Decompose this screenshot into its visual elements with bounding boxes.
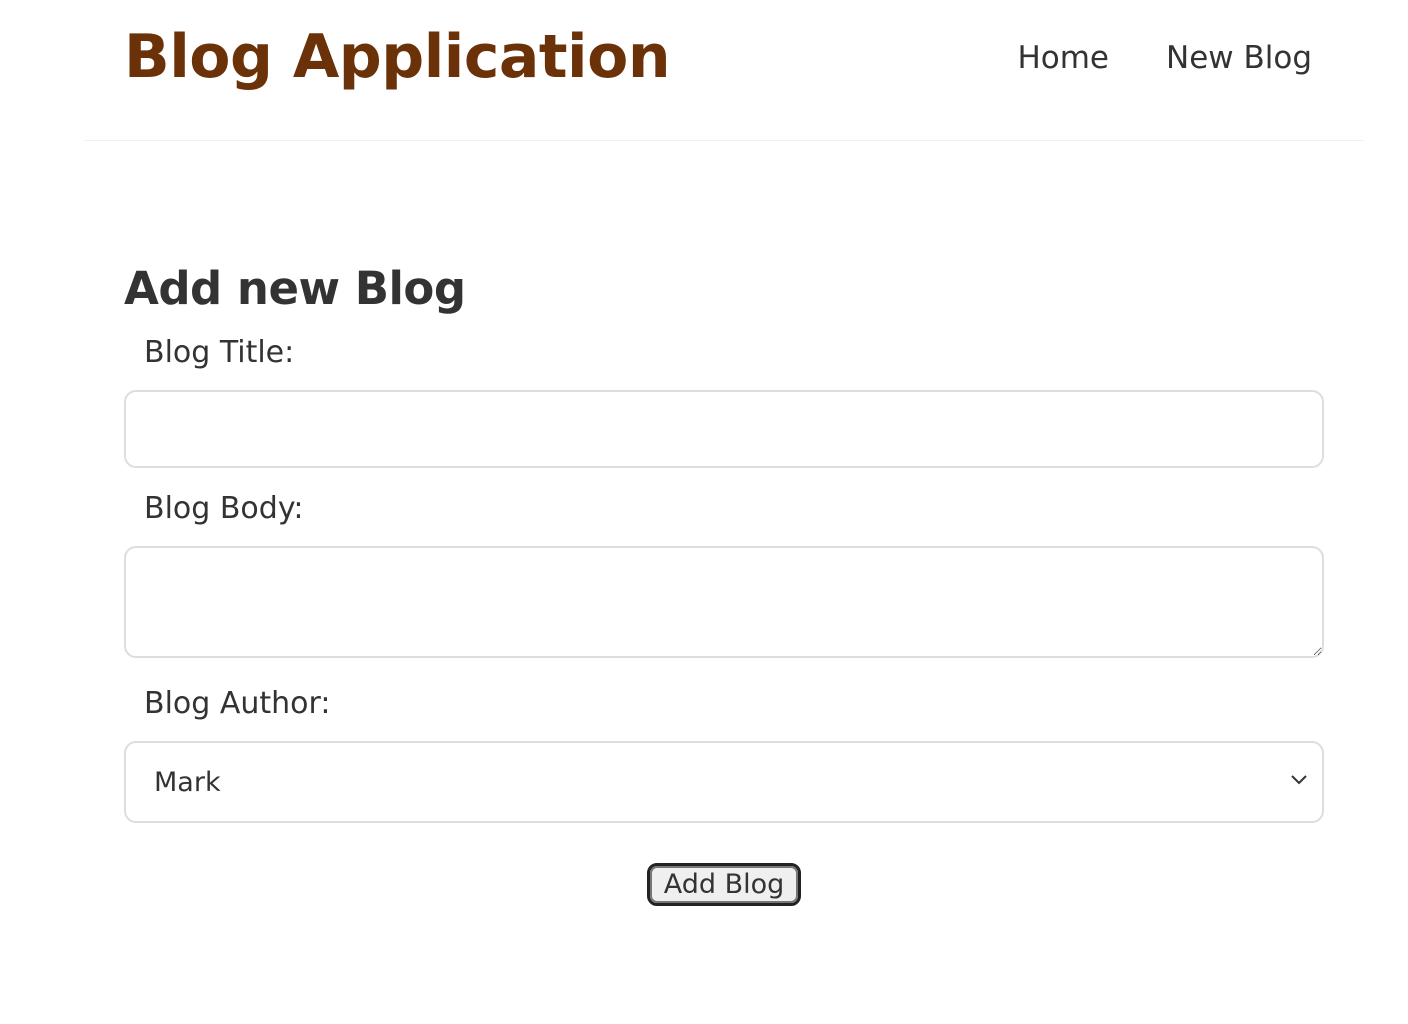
- add-blog-button[interactable]: Add Blog: [646, 863, 802, 906]
- create-blog-form: Add new Blog Blog Title: Blog Body: Blog…: [124, 262, 1324, 906]
- app-brand: Blog Application: [124, 22, 671, 92]
- blog-body-textarea[interactable]: [124, 546, 1324, 658]
- navbar: Blog Application Home New Blog: [84, 0, 1364, 141]
- nav-link-new-blog[interactable]: New Blog: [1166, 40, 1312, 76]
- blog-author-label: Blog Author:: [144, 686, 331, 721]
- page-title: Add new Blog: [124, 262, 466, 315]
- blog-body-label: Blog Body:: [144, 491, 304, 526]
- nav-link-home[interactable]: Home: [1017, 40, 1109, 76]
- blog-title-input[interactable]: [124, 390, 1324, 468]
- chevron-down-icon: [1291, 775, 1307, 785]
- blog-title-label: Blog Title:: [144, 335, 295, 370]
- submit-row: Add Blog: [124, 863, 1324, 906]
- nav-links: Home New Blog: [1017, 40, 1312, 76]
- blog-author-selected-value[interactable]: Mark: [124, 741, 1324, 823]
- blog-author-select[interactable]: Mark: [124, 741, 1324, 823]
